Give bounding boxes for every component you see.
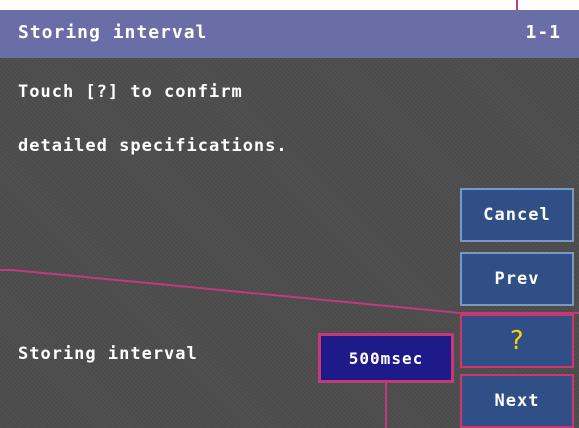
- prev-button[interactable]: Prev: [460, 252, 574, 306]
- title-bar: Storing interval 1-1: [0, 10, 579, 58]
- help-button[interactable]: ?: [460, 314, 574, 368]
- screen-title: Storing interval: [18, 22, 208, 43]
- storing-interval-label: Storing interval: [18, 344, 198, 364]
- cancel-button[interactable]: Cancel: [460, 188, 574, 242]
- message-line-1: Touch [?] to confirm: [18, 82, 243, 102]
- message-line-2: detailed specifications.: [18, 136, 288, 156]
- next-button[interactable]: Next: [460, 374, 574, 428]
- page-indicator: 1-1: [525, 22, 561, 43]
- storing-interval-value-field[interactable]: 500msec: [318, 333, 454, 383]
